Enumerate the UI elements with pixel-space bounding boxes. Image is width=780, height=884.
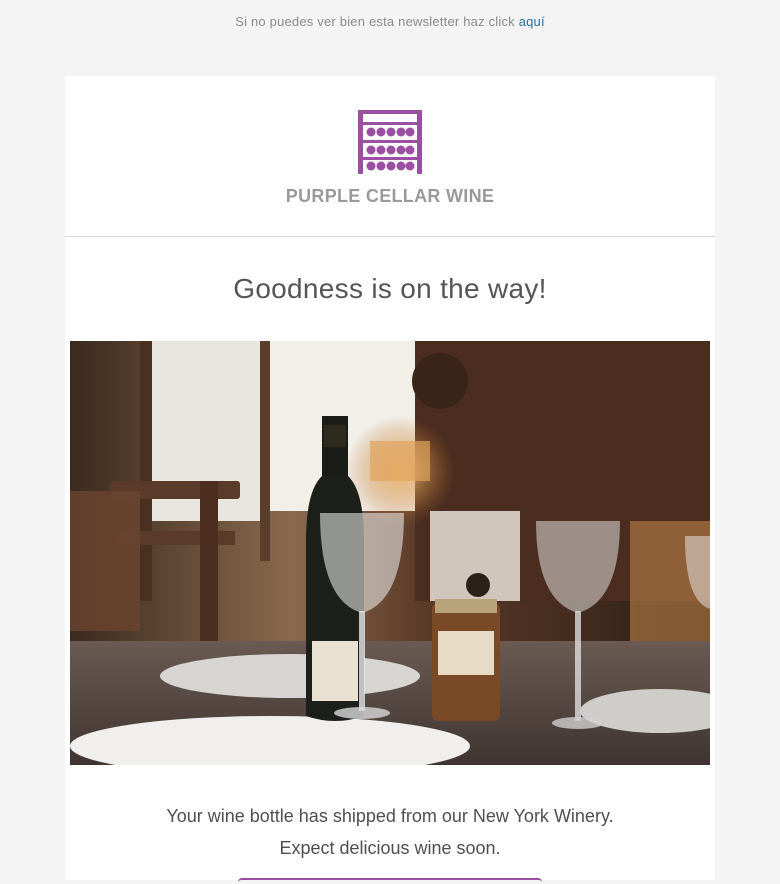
preheader-text: Si no puedes ver bien esta newsletter ha… [235,14,519,29]
hero-image[interactable] [70,341,710,765]
divider [65,236,715,237]
shipping-message: Your wine bottle has shipped from our Ne… [166,806,614,826]
delivery-message: Expect delicious wine soon. [279,838,501,858]
brand-name: PURPLE CELLAR WINE [285,186,495,206]
preheader: Si no puedes ver bien esta newsletter ha… [0,14,780,29]
logo-header: PURPLE CELLAR WINE [65,76,715,236]
preheader-link[interactable]: aquí [519,14,545,29]
headline: Goodness is on the way! [233,273,547,304]
email-card: PURPLE CELLAR WINE Goodness is on the wa… [65,76,715,880]
cta-button[interactable] [238,878,542,884]
wine-rack-icon [358,110,422,174]
wine-table-photo [70,341,710,765]
